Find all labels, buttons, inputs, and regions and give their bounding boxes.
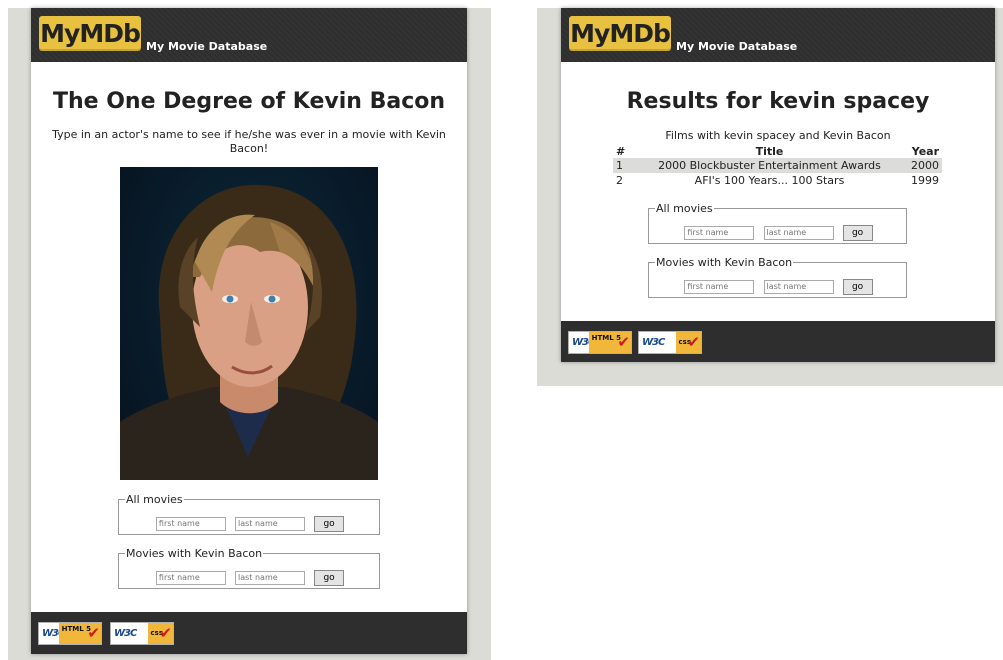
check-icon: ✔ <box>87 624 100 642</box>
footer: W3C HTML 5 ✔ W3C css ✔ <box>561 321 995 362</box>
all-movies-legend: All movies <box>126 493 183 506</box>
w3c-css-badge[interactable]: W3C css ✔ <box>110 622 174 645</box>
header: MyMDb My Movie Database <box>561 8 995 62</box>
kevin-bacon-legend: Movies with Kevin Bacon <box>126 547 263 560</box>
go-button[interactable]: go <box>842 278 873 295</box>
kevin-bacon-legend: Movies with Kevin Bacon <box>656 256 793 269</box>
go-button[interactable]: go <box>314 515 345 532</box>
intro-text: Type in an actor's name to see if he/she… <box>52 128 446 155</box>
go-button[interactable]: go <box>842 224 873 241</box>
last-name-input[interactable] <box>763 225 834 240</box>
site-title: My Movie Database <box>676 40 798 53</box>
footer: W3C HTML 5 ✔ W3C css ✔ <box>31 612 467 654</box>
actor-portrait-image <box>120 184 378 480</box>
header: MyMDb My Movie Database <box>31 8 467 62</box>
column-header-title: Title <box>755 144 784 158</box>
w3c-css-badge[interactable]: W3C css ✔ <box>638 331 702 354</box>
w3c-html5-badge[interactable]: W3C HTML 5 ✔ <box>38 622 102 645</box>
w3c-logo-text: W3C <box>114 628 137 639</box>
kevin-bacon-form: Movies with Kevin Bacon go <box>118 547 380 589</box>
last-name-input[interactable] <box>235 570 305 585</box>
row-title: AFI's 100 Years... 100 Stars <box>637 173 902 188</box>
all-movies-form: All movies go <box>118 493 380 535</box>
first-name-input[interactable] <box>684 225 755 240</box>
site-logo[interactable]: MyMDb <box>569 16 671 51</box>
site-logo[interactable]: MyMDb <box>39 16 141 51</box>
results-table: # Title Year 1 2000 Blockbuster Entertai… <box>613 144 942 188</box>
row-number: 1 <box>613 158 637 173</box>
results-title: Results for kevin spacey <box>626 89 930 114</box>
w3c-logo-text: W3C <box>642 337 665 348</box>
check-icon: ✔ <box>687 333 700 351</box>
column-header-number: # <box>616 144 626 158</box>
row-number: 2 <box>613 173 637 188</box>
row-year: 1999 <box>902 173 942 188</box>
last-name-input[interactable] <box>763 279 834 294</box>
check-icon: ✔ <box>617 333 630 351</box>
first-name-input[interactable] <box>684 279 755 294</box>
first-name-input[interactable] <box>155 516 226 531</box>
first-name-input[interactable] <box>155 570 226 585</box>
row-year: 2000 <box>902 158 942 173</box>
check-icon: ✔ <box>159 624 172 642</box>
column-header-year: Year <box>911 144 939 158</box>
page-title: The One Degree of Kevin Bacon <box>52 89 446 114</box>
results-caption: Films with kevin spacey and Kevin Bacon <box>665 129 891 142</box>
site-title: My Movie Database <box>146 40 268 53</box>
kevin-bacon-form: Movies with Kevin Bacon go <box>648 256 907 298</box>
go-button[interactable]: go <box>314 569 345 586</box>
table-row: 2 AFI's 100 Years... 100 Stars 1999 <box>613 173 942 188</box>
row-title: 2000 Blockbuster Entertainment Awards <box>637 158 902 173</box>
all-movies-legend: All movies <box>656 202 713 215</box>
table-row: 1 2000 Blockbuster Entertainment Awards … <box>613 158 942 173</box>
actor-photo <box>120 167 378 480</box>
left-page: MyMDb My Movie Database The One Degree o… <box>31 8 467 654</box>
all-movies-form: All movies go <box>648 202 907 244</box>
right-page: MyMDb My Movie Database Results for kevi… <box>561 8 995 362</box>
last-name-input[interactable] <box>235 516 305 531</box>
w3c-html5-badge[interactable]: W3C HTML 5 ✔ <box>568 331 632 354</box>
